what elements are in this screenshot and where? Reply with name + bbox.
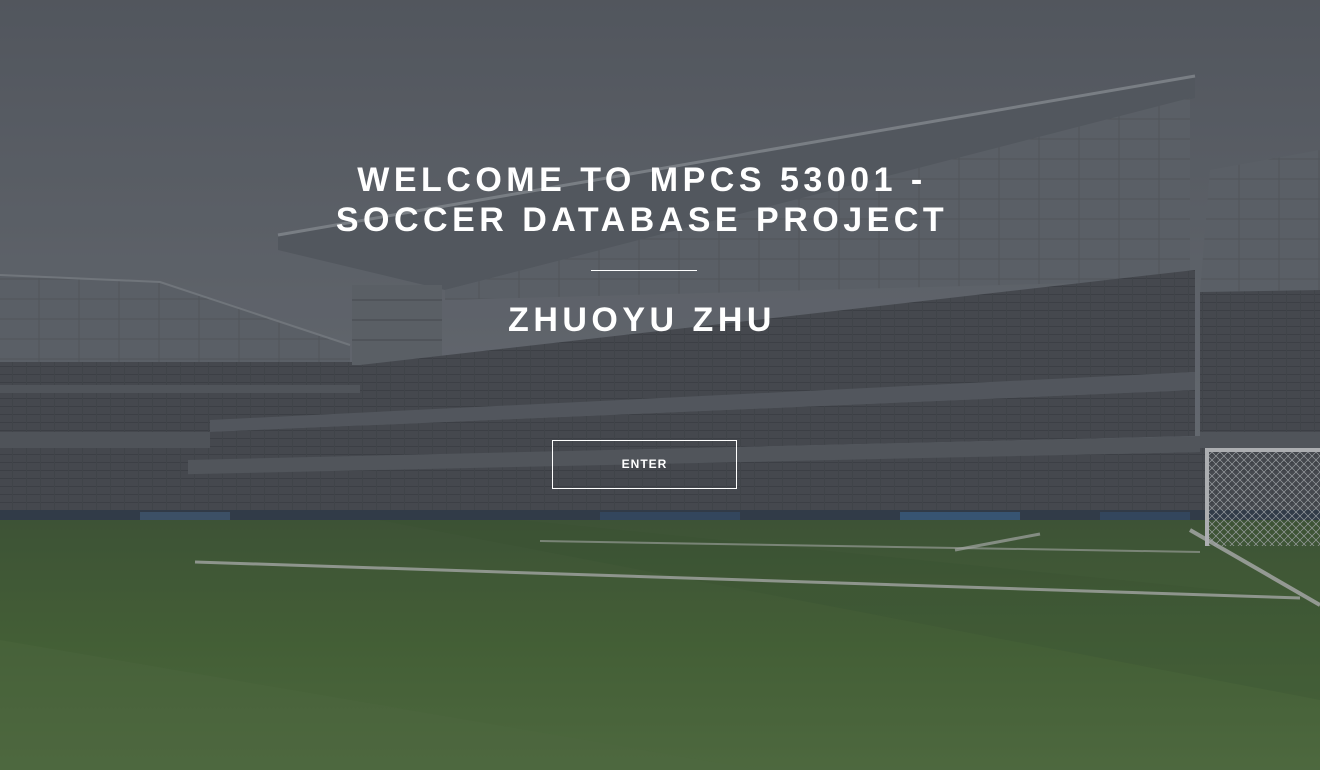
hero-section: WELCOME TO MPCS 53001 - SOCCER DATABASE … [0, 0, 1320, 770]
hero-content: WELCOME TO MPCS 53001 - SOCCER DATABASE … [0, 0, 1320, 770]
title-line-1: WELCOME TO MPCS 53001 - [357, 161, 927, 199]
author-name: ZHUOYU ZHU [508, 301, 776, 339]
enter-button[interactable]: ENTER [552, 440, 737, 489]
page-title: WELCOME TO MPCS 53001 - SOCCER DATABASE … [260, 160, 1024, 240]
title-divider [591, 270, 697, 271]
title-line-2: SOCCER DATABASE PROJECT [335, 201, 949, 239]
